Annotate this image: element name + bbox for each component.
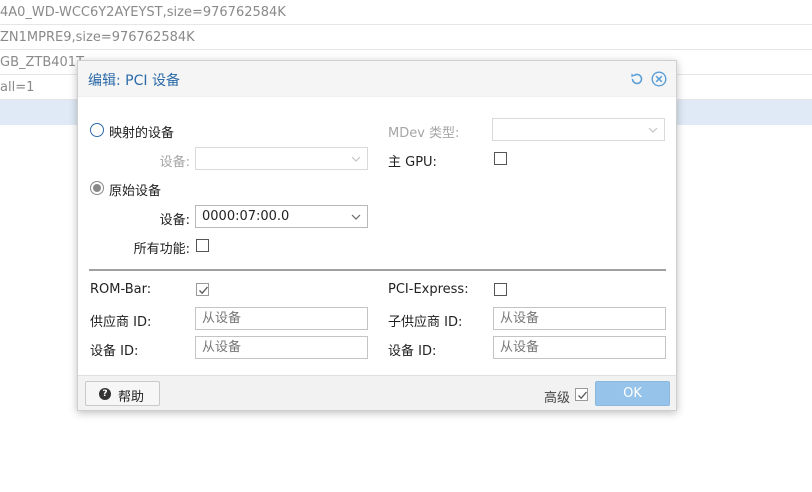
vendor-id-field[interactable] (195, 307, 368, 330)
rom-bar-label: ROM-Bar: (90, 282, 152, 297)
mapped-device-label: 映射的设备 (109, 126, 175, 141)
dialog-header: 编辑: PCI 设备 (78, 61, 676, 97)
ok-button[interactable]: OK (595, 381, 670, 406)
advanced-checkbox[interactable] (575, 388, 588, 401)
dialog-title: 编辑: PCI 设备 (88, 73, 180, 89)
pci-express-checkbox[interactable] (494, 283, 507, 296)
section-divider (89, 269, 666, 271)
vendor-id-input[interactable] (196, 308, 367, 329)
edit-pci-device-dialog: 编辑: PCI 设备 映射的设备 设备: MDev 类型: 主 GPU: 原始设… (77, 60, 677, 411)
checkmark-icon (578, 391, 587, 400)
all-functions-checkbox[interactable] (196, 239, 209, 252)
mdev-type-label: MDev 类型: (388, 126, 460, 141)
all-functions-label: 所有功能: (133, 242, 190, 257)
pci-express-label: PCI-Express: (388, 282, 469, 297)
mapped-device-select[interactable] (195, 147, 368, 170)
vendor-id-label: 供应商 ID: (90, 315, 152, 330)
chevron-down-icon (351, 154, 361, 164)
grid-row-text: ZN1MPRE9,size=976762584K (0, 30, 195, 45)
mapped-device-device-label: 设备: (159, 155, 190, 170)
sub-vendor-id-field[interactable] (493, 307, 666, 330)
chevron-down-icon (351, 212, 361, 222)
dialog-footer: ? 帮助 高级 OK (78, 375, 676, 410)
mdev-type-select[interactable] (492, 118, 665, 141)
sub-device-id-label: 设备 ID: (388, 344, 437, 359)
reset-icon[interactable] (629, 71, 645, 87)
help-button-label: 帮助 (118, 390, 145, 405)
close-icon[interactable] (651, 71, 667, 87)
rom-bar-checkbox[interactable] (196, 283, 209, 296)
device-id-label: 设备 ID: (90, 344, 139, 359)
sub-vendor-id-label: 子供应商 ID: (388, 315, 463, 330)
device-id-input[interactable] (196, 337, 367, 358)
advanced-label: 高级 (544, 391, 571, 406)
help-button[interactable]: ? 帮助 (85, 381, 160, 406)
mapped-device-radio[interactable] (90, 123, 104, 137)
grid-row-text: all=1 (0, 80, 35, 95)
primary-gpu-checkbox[interactable] (494, 152, 507, 165)
grid-row[interactable]: ZN1MPRE9,size=976762584K (0, 25, 812, 50)
sub-vendor-id-input[interactable] (494, 308, 665, 329)
help-icon: ? (99, 388, 111, 400)
checkmark-icon (199, 286, 208, 295)
sub-device-id-input[interactable] (494, 337, 665, 358)
grid-row[interactable]: 4A0_WD-WCC6Y2AYEYST,size=976762584K (0, 0, 812, 25)
raw-device-radio[interactable] (90, 181, 104, 195)
grid-row-text: GB_ZTB401T (0, 55, 85, 70)
device-id-field[interactable] (195, 336, 368, 359)
raw-device-select[interactable]: 0000:07:00.0 (195, 205, 368, 228)
primary-gpu-label: 主 GPU: (388, 155, 437, 170)
grid-row-text: 4A0_WD-WCC6Y2AYEYST,size=976762584K (0, 5, 286, 20)
raw-device-label: 原始设备 (109, 184, 162, 199)
raw-device-device-label: 设备: (159, 213, 190, 228)
sub-device-id-field[interactable] (493, 336, 666, 359)
raw-device-select-value: 0000:07:00.0 (202, 209, 290, 224)
chevron-down-icon (648, 125, 658, 135)
